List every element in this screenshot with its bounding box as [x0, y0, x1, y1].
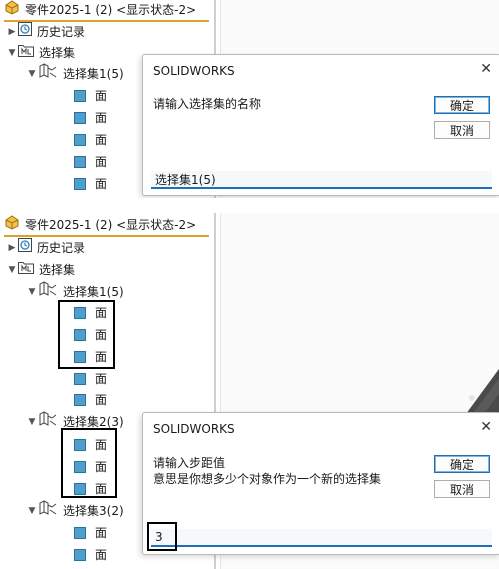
cancel-button[interactable]: 取消: [434, 121, 490, 139]
dialog-message-line2: 意思是你想多少个对象作为一个新的选择集: [153, 472, 382, 486]
selection-set-icon: [38, 281, 58, 303]
selection-set-icon: [38, 500, 58, 522]
tree-face-row[interactable]: 面: [74, 130, 107, 150]
history-icon: [18, 238, 32, 258]
face-label: 面: [95, 177, 108, 191]
face-icon: [74, 549, 86, 561]
tree-face-row[interactable]: 面: [74, 545, 107, 565]
history-label: 历史记录: [37, 241, 86, 255]
tree-face-row[interactable]: 面: [74, 523, 107, 543]
tree-face-row[interactable]: 面: [74, 152, 107, 172]
caret-down-icon[interactable]: ▼: [26, 412, 38, 432]
caret-down-icon[interactable]: ▼: [26, 282, 38, 302]
part-icon: [4, 214, 20, 236]
tree-face-row[interactable]: 面: [74, 390, 107, 410]
dialog-message-line1: 请输入步距值: [153, 456, 226, 470]
history-icon: [18, 22, 32, 42]
highlight-box-set2: [61, 428, 117, 498]
part-icon: [4, 0, 20, 21]
tree-part-row[interactable]: 零件2025-1 (2) <显示状态-2>: [4, 0, 196, 20]
tree-item-set3[interactable]: ▼ 选择集3(2): [26, 500, 124, 522]
face-icon: [74, 156, 86, 168]
selection-set-icon: [38, 411, 58, 433]
part-title: 零件2025-1 (2) <显示状态-2>: [25, 3, 197, 17]
face-icon: [74, 112, 86, 124]
dialog-title: SOLIDWORKS: [153, 422, 235, 436]
selection-sets-label: 选择集: [39, 46, 76, 60]
caret-down-icon[interactable]: ▼: [6, 43, 18, 63]
face-label: 面: [95, 155, 108, 169]
caret-down-icon[interactable]: ▼: [26, 64, 38, 84]
face-icon: [74, 394, 86, 406]
close-icon[interactable]: ✕: [480, 61, 492, 77]
tree-item-selection-sets[interactable]: ▼ 选择集: [6, 260, 75, 280]
tree-face-row[interactable]: 面: [74, 86, 107, 106]
part-title: 零件2025-1 (2) <显示状态-2>: [25, 218, 197, 232]
ok-button[interactable]: 确定: [434, 96, 490, 114]
screenshot-top: 零件2025-1 (2) <显示状态-2> ▶ 历史记录 ▼ 选择集 ▼ 选择集…: [0, 0, 499, 198]
ok-button[interactable]: 确定: [434, 455, 490, 473]
tree-face-row[interactable]: 面: [74, 174, 107, 194]
tree-underline: [4, 235, 209, 237]
tree-face-row[interactable]: 面: [74, 108, 107, 128]
dialog-message: 请输入选择集的名称: [153, 97, 262, 111]
set1-label: 选择集1(5): [63, 285, 124, 299]
face-icon: [74, 134, 86, 146]
face-icon: [74, 373, 86, 385]
face-label: 面: [95, 133, 108, 147]
tree-item-set1[interactable]: ▼ 选择集1(5): [26, 63, 124, 85]
face-label: 面: [95, 111, 108, 125]
caret-right-icon[interactable]: ▶: [6, 238, 18, 258]
selection-sets-label: 选择集: [39, 263, 76, 277]
tree-face-row[interactable]: 面: [74, 369, 107, 389]
face-label: 面: [95, 526, 108, 540]
tree-part-row[interactable]: 零件2025-1 (2) <显示状态-2>: [4, 215, 196, 235]
history-label: 历史记录: [37, 25, 86, 39]
caret-right-icon[interactable]: ▶: [6, 22, 18, 42]
face-icon: [74, 178, 86, 190]
name-input[interactable]: [151, 171, 492, 189]
selection-set-icon: [38, 63, 58, 85]
close-icon[interactable]: ✕: [480, 419, 492, 435]
screenshot-separator: [0, 198, 499, 213]
face-icon: [74, 90, 86, 102]
dialog-title: SOLIDWORKS: [153, 64, 235, 78]
step-dialog: SOLIDWORKS ✕ 请输入步距值 意思是你想多少个对象作为一个新的选择集 …: [142, 412, 499, 555]
tree-item-set1[interactable]: ▼ 选择集1(5): [26, 281, 124, 303]
tree-item-history[interactable]: ▶ 历史记录: [6, 22, 85, 42]
selection-folder-icon: [18, 260, 34, 280]
face-icon: [74, 527, 86, 539]
highlight-box-set1: [58, 300, 115, 369]
name-dialog: SOLIDWORKS ✕ 请输入选择集的名称 确定 取消: [142, 54, 499, 196]
tree-item-selection-sets[interactable]: ▼ 选择集: [6, 43, 75, 63]
caret-down-icon[interactable]: ▼: [6, 260, 18, 280]
cancel-button[interactable]: 取消: [434, 480, 490, 498]
face-label: 面: [95, 372, 108, 386]
highlight-box-input: [147, 522, 177, 551]
set1-label: 选择集1(5): [63, 67, 124, 81]
face-label: 面: [95, 393, 108, 407]
face-label: 面: [95, 548, 108, 562]
tree-item-history[interactable]: ▶ 历史记录: [6, 238, 85, 258]
caret-down-icon[interactable]: ▼: [26, 501, 38, 521]
face-label: 面: [95, 89, 108, 103]
screenshot-bottom: 零件2025-1 (2) <显示状态-2> ▶ 历史记录 ▼ 选择集 ▼ 选择集…: [0, 213, 499, 569]
step-input[interactable]: [151, 529, 492, 547]
selection-folder-icon: [18, 43, 34, 63]
set3-label: 选择集3(2): [63, 504, 124, 518]
